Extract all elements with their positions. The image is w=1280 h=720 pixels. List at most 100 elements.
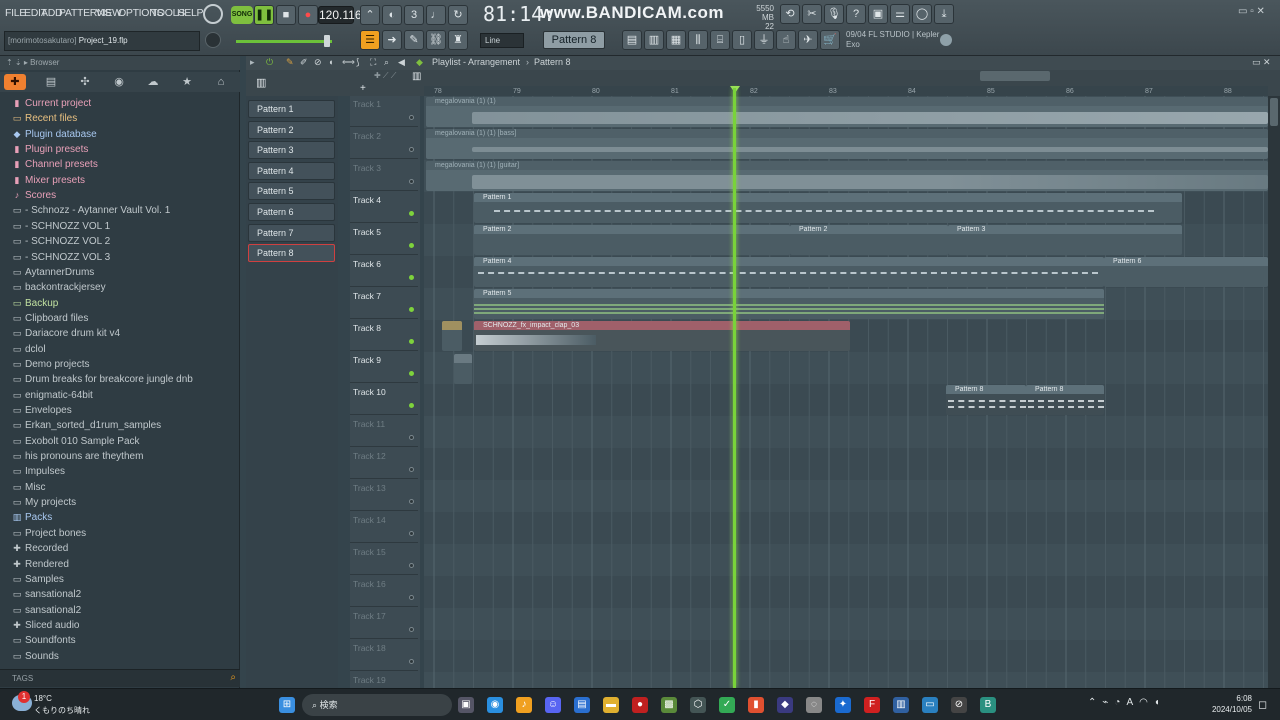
master-volume-handle[interactable] [324, 35, 330, 47]
browser-item[interactable]: ▭ Envelopes [12, 403, 72, 418]
record-app-icon[interactable]: ● [632, 697, 648, 713]
pattern-clip-2b[interactable]: Pattern 2 [790, 225, 948, 255]
piano-roll-icon[interactable]: ▥ [644, 30, 664, 50]
chat-icon[interactable]: ◯ [912, 4, 932, 24]
browser-item[interactable]: ▭ Project bones [12, 526, 86, 541]
start-icon[interactable]: ⊞ [279, 697, 295, 713]
track-enable-icon[interactable] [409, 435, 414, 440]
browser-item[interactable]: ▭ sansational2 [12, 587, 81, 602]
pattern-clip-4[interactable]: Pattern 4 [474, 257, 1104, 287]
browser-plugins-tab-icon[interactable]: ✣ [74, 74, 96, 90]
small-clip[interactable] [442, 321, 462, 351]
touch-icon[interactable]: ☝ [776, 30, 796, 50]
pattern-clip-8b[interactable]: Pattern 8 [1026, 385, 1104, 415]
app-icon-f[interactable]: ✦ [835, 697, 851, 713]
browser-item[interactable]: ▮ Current project [12, 96, 92, 111]
keyboard-icon[interactable]: ▥ [412, 71, 421, 82]
browser-item[interactable]: ▭ Drum breaks for breakcore jungle dnb [12, 372, 193, 387]
discord-icon[interactable]: ☺ [545, 697, 561, 713]
app-icon-k[interactable]: B [980, 697, 996, 713]
audio-clip-clap[interactable]: SCHNOZZ_fx_impact_clap_03 [474, 321, 850, 351]
track-enable-icon[interactable] [409, 243, 414, 248]
browser-item[interactable]: ▭ Dariacore drum kit v4 [12, 326, 120, 341]
browser-item[interactable]: ▭ - SCHNOZZ VOL 2 [12, 234, 110, 249]
browser-item[interactable]: ✚ Recorded [12, 541, 68, 556]
browser-item[interactable]: ▭ Clipboard files [12, 311, 89, 326]
metronome-icon[interactable]: ⌃ [360, 5, 380, 25]
pattern-picker-item[interactable]: Pattern 6 [248, 203, 335, 221]
search-icon[interactable]: ⌕ [230, 672, 236, 683]
playlist-window-controls[interactable]: ▭ ✕ [1252, 57, 1271, 68]
slip-tool-icon[interactable]: ⟺ [342, 57, 355, 68]
audio-clip-megalovania[interactable]: megalovania (1) (1) [426, 97, 1268, 127]
audio-clip-megalovania-bass[interactable]: megalovania (1) (1) [bass] [426, 129, 1268, 159]
master-volume-slider[interactable] [236, 40, 332, 43]
track-enable-icon[interactable] [409, 403, 414, 408]
track-header[interactable]: Track 6 [350, 256, 418, 287]
track-header[interactable]: Track 2 [350, 128, 418, 159]
browser-item[interactable]: ▭ Exobolt 010 Sample Pack [12, 434, 140, 449]
track-header[interactable]: Track 1 [350, 96, 418, 127]
undo-icon[interactable]: ⟲ [780, 4, 800, 24]
playlist-menu-icon[interactable]: ▸ [250, 57, 255, 68]
notifications-icon[interactable]: ◻ [1258, 698, 1267, 711]
add-track-icon[interactable]: + [360, 83, 366, 94]
pattern-clip-8a[interactable]: Pattern 8 [946, 385, 1026, 415]
track-header[interactable]: Track 13 [350, 480, 418, 511]
browser-item[interactable]: ▭ Erkan_sorted_d1rum_samples [12, 418, 161, 433]
plugin-picker-icon[interactable]: ▯ [732, 30, 752, 50]
pattern-selector[interactable]: Pattern 8 [543, 31, 605, 49]
audio-clip-megalovania-guitar[interactable]: megalovania (1) (1) [guitar] [426, 161, 1268, 191]
track-enable-icon[interactable] [409, 211, 414, 216]
small-clip-2[interactable] [454, 354, 472, 384]
browser-item[interactable]: ♪ Scores [12, 188, 56, 203]
track-enable-icon[interactable] [409, 115, 414, 120]
piano-icon[interactable]: ▥ [256, 76, 266, 89]
track-enable-icon[interactable] [409, 275, 414, 280]
browser-cloud-tab-icon[interactable]: ☁ [142, 74, 164, 90]
delete-tool-icon[interactable]: ⊘ [314, 57, 322, 68]
tags-bar[interactable]: TAGS ⌕ [0, 669, 240, 687]
taskbar-search[interactable]: ⌕ 検索 [302, 694, 452, 716]
pattern-picker-item[interactable]: Pattern 5 [248, 182, 335, 201]
browser-item[interactable]: ▮ Mixer presets [12, 173, 86, 188]
mic-icon[interactable]: 🎙 [824, 4, 844, 24]
app-icon-b[interactable]: ✓ [719, 697, 735, 713]
app-icon-g[interactable]: F [864, 697, 880, 713]
track-enable-icon[interactable] [409, 339, 414, 344]
browser-star-tab-icon[interactable]: ★ [176, 74, 198, 90]
link-icon[interactable]: ⛓ [426, 30, 446, 50]
app-icon-i[interactable]: ▭ [922, 697, 938, 713]
track-enable-icon[interactable] [409, 659, 414, 664]
browser-item[interactable]: ▭ sansational2 [12, 603, 81, 618]
track-enable-icon[interactable] [409, 467, 414, 472]
track-header[interactable]: Track 5 [350, 224, 418, 255]
mute-tool-icon[interactable]: ◖ [328, 57, 333, 67]
plug-icon[interactable]: ⏚ [754, 30, 774, 50]
browser-item[interactable]: ✚ Sliced audio [12, 618, 79, 633]
pattern-clip-2[interactable]: Pattern 2 [474, 225, 790, 255]
stop-button[interactable]: ■ [276, 5, 296, 25]
pattern-clip-6[interactable]: Pattern 6 [1104, 257, 1268, 287]
arrow-right-icon[interactable]: ➜ [382, 30, 402, 50]
browser-item[interactable]: ▮ Channel presets [12, 157, 98, 172]
playhead[interactable] [733, 88, 736, 688]
track-header[interactable]: Track 3 [350, 160, 418, 191]
browser-item[interactable]: ▭ Impulses [12, 464, 65, 479]
fl-studio-icon[interactable]: ♪ [516, 697, 532, 713]
explorer-icon[interactable]: ▬ [603, 697, 619, 713]
shop-icon[interactable]: 🛒 [820, 30, 840, 50]
browser-item[interactable]: ▭ his pronouns are theythem [12, 449, 144, 464]
paint-tool-icon[interactable]: ✐ [300, 57, 308, 68]
save-icon[interactable]: ▣ [868, 4, 888, 24]
pattern-picker-item[interactable]: Pattern 3 [248, 141, 335, 160]
browser-item[interactable]: ▭ backontrackjersey [12, 280, 106, 295]
play-button[interactable]: ❚❚ [254, 5, 274, 25]
track-enable-icon[interactable] [409, 595, 414, 600]
menu-file[interactable]: FILE [5, 7, 26, 19]
track-header[interactable]: Track 10 [350, 384, 418, 415]
playlist-snap-icon[interactable]: ⏻ [266, 57, 273, 68]
pattern-picker-item[interactable]: Pattern 1 [248, 100, 335, 118]
chrome-icon[interactable]: ◉ [487, 697, 503, 713]
arrangement-grid[interactable]: megalovania (1) (1) megalovania (1) (1) … [424, 96, 1268, 688]
